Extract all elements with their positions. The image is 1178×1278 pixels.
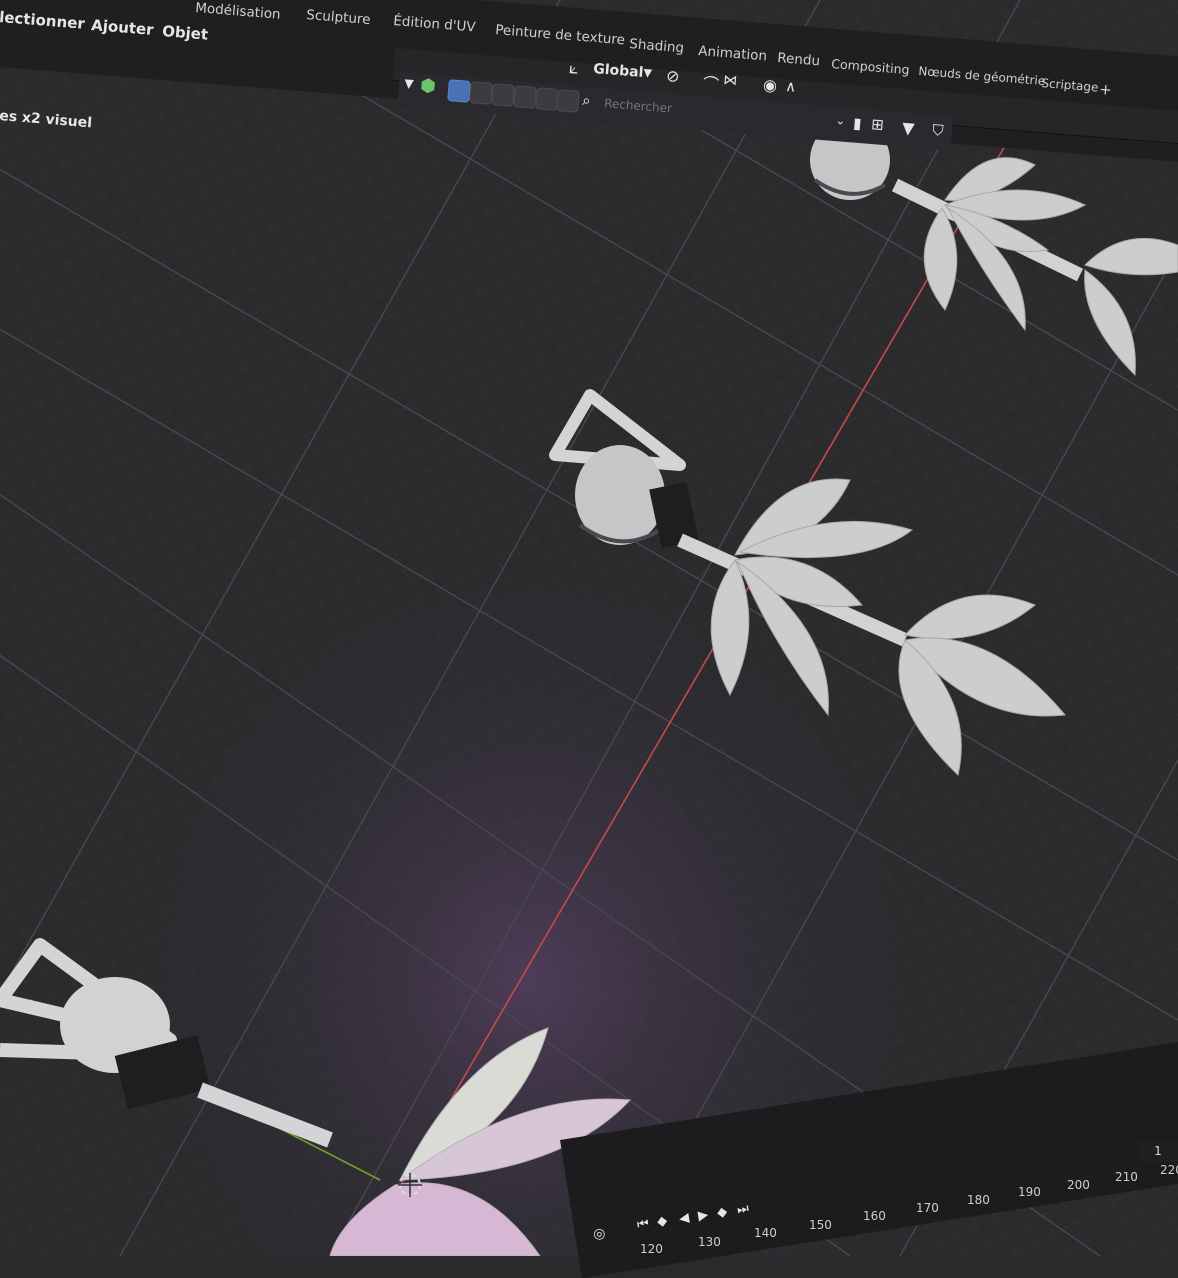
play-reverse-icon[interactable]: ◀ xyxy=(678,1210,690,1226)
timeline-tick: 160 xyxy=(863,1209,886,1223)
xray-button[interactable] xyxy=(556,89,580,113)
overlay-button[interactable] xyxy=(535,87,559,111)
viewport-canvas[interactable] xyxy=(0,0,1178,1257)
jump-start-icon[interactable]: ⏮ xyxy=(636,1216,650,1233)
timeline-tick: 210 xyxy=(1115,1170,1138,1184)
falloff-icon[interactable]: ∧ xyxy=(785,77,797,96)
proportional-edit-icon[interactable]: ◉ xyxy=(762,75,777,95)
shading-rendered-button[interactable] xyxy=(513,85,537,109)
collapse-chevron-icon[interactable]: ⌄ xyxy=(835,113,846,128)
record-icon[interactable]: ◎ xyxy=(592,1225,607,1243)
shield-icon[interactable]: ⛉ xyxy=(932,121,945,140)
add-workspace-button[interactable]: + xyxy=(1099,80,1113,99)
shading-material-button[interactable] xyxy=(491,83,515,107)
snap-magnet-icon[interactable]: ⌒ xyxy=(702,70,720,95)
orientation-icon[interactable]: ⟀ xyxy=(568,58,579,79)
gizmo-color-icon[interactable]: ⬢ xyxy=(419,75,436,97)
timeline-tick: 220 xyxy=(1160,1163,1178,1177)
timeline-tick: 200 xyxy=(1067,1178,1090,1192)
search-icon: ⌕ xyxy=(581,91,592,110)
next-keyframe-icon[interactable]: ◆ xyxy=(716,1204,728,1220)
filter-icon[interactable]: ▼ xyxy=(901,118,915,138)
pivot-link-icon[interactable]: ⊘ xyxy=(665,66,680,86)
current-frame-field[interactable]: 1 xyxy=(1138,1140,1178,1162)
bookmark-icon[interactable]: ▮ xyxy=(853,114,863,133)
select-box-button[interactable] xyxy=(447,79,471,103)
play-icon[interactable]: ▶ xyxy=(697,1207,709,1223)
timeline-tick: 140 xyxy=(754,1226,777,1240)
prev-keyframe-icon[interactable]: ◆ xyxy=(656,1213,668,1229)
timeline-tick: 180 xyxy=(967,1193,990,1207)
3d-viewport[interactable]: lectionner Ajouter Objet Modélisation Sc… xyxy=(0,0,1178,1278)
timeline-tick: 120 xyxy=(640,1242,663,1256)
chevron-down-icon[interactable]: ▼ xyxy=(643,66,652,80)
tab-rendering[interactable]: Rendu xyxy=(777,50,821,69)
timeline-tick: 170 xyxy=(916,1201,939,1215)
menu-object[interactable]: Objet xyxy=(162,22,209,44)
viewport-chevron-icon[interactable]: ▼ xyxy=(404,76,414,91)
shading-solid-button[interactable] xyxy=(469,81,493,105)
timeline-tick: 130 xyxy=(698,1235,721,1249)
snap-increment-icon[interactable]: ⋈ xyxy=(723,72,738,89)
timeline-tick: 190 xyxy=(1018,1185,1041,1199)
hierarchy-icon[interactable]: ⊞ xyxy=(871,115,885,134)
timeline-tick: 150 xyxy=(809,1218,832,1232)
jump-end-icon[interactable]: ⏭ xyxy=(736,1201,750,1218)
